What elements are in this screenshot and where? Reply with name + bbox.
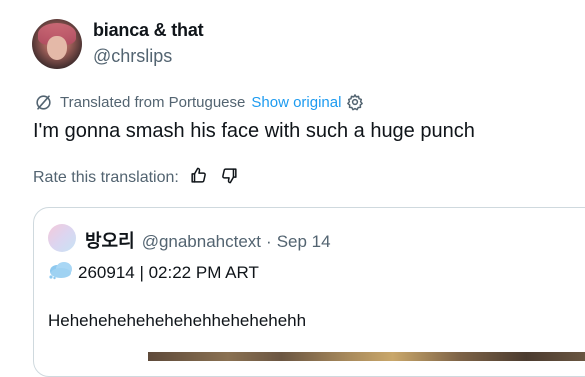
quoted-handle[interactable]: @gnabnahctext — [142, 232, 261, 252]
tweet-text: I'm gonna smash his face with such a hug… — [33, 120, 475, 142]
quoted-text-line-2: Hehehehehehehehehhehehehehh — [48, 311, 307, 330]
separator-dot: · — [266, 232, 272, 251]
show-original-link[interactable]: Show original — [251, 94, 341, 111]
rate-translation-label: Rate this translation: — [33, 169, 179, 186]
quoted-timestamp-text: 260914 | 02:22 PM ART — [78, 262, 259, 282]
avatar-face — [47, 36, 67, 60]
gear-icon[interactable] — [346, 93, 364, 111]
translated-from-label: Translated from Portuguese — [60, 93, 246, 111]
quoted-date[interactable]: Sep 14 — [277, 232, 331, 252]
translation-notice: Translated from Portuguese Show original — [34, 92, 364, 112]
author-avatar[interactable] — [32, 19, 82, 69]
thumbs-down-icon[interactable] — [220, 166, 239, 190]
quoted-avatar[interactable] — [48, 224, 76, 252]
thumbs-up-icon[interactable] — [189, 166, 208, 190]
quoted-tweet-header: 방오리 @gnabnahctext · Sep 14 — [85, 227, 331, 253]
quoted-text-line-1: 260914 | 02:22 PM ART — [48, 260, 259, 285]
quoted-media-image[interactable] — [148, 352, 585, 361]
translate-off-icon — [34, 93, 53, 112]
rate-translation: Rate this translation: — [33, 166, 239, 190]
cloud-emoji-icon — [48, 260, 74, 285]
author-handle[interactable]: @chrslips — [93, 46, 172, 67]
author-display-name[interactable]: bianca & that — [93, 20, 204, 41]
quoted-display-name[interactable]: 방오리 — [85, 227, 135, 253]
